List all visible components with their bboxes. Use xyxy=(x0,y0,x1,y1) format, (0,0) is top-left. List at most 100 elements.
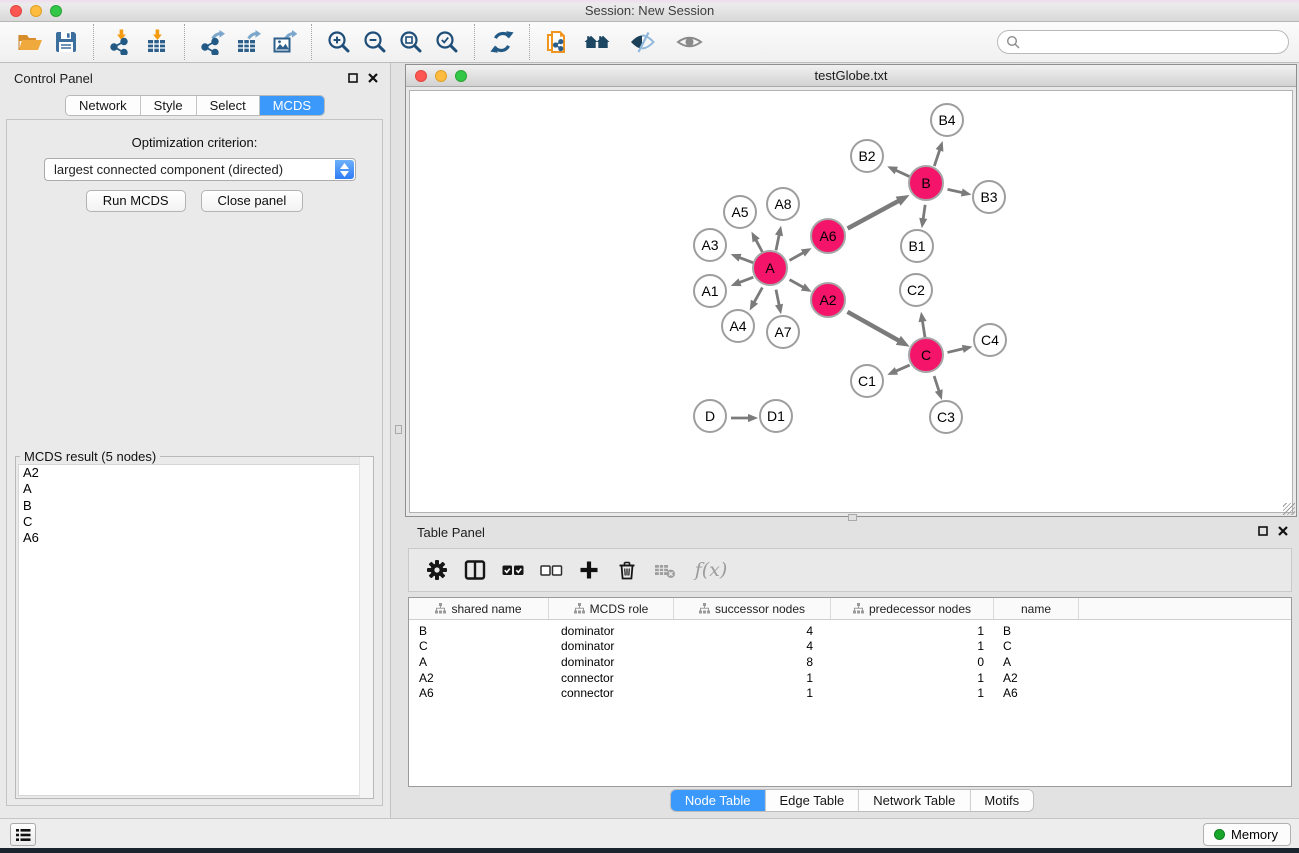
graph-node-D[interactable]: D xyxy=(693,399,727,433)
table-row[interactable]: Bdominator41B xyxy=(409,623,1291,639)
import-table-button[interactable] xyxy=(139,24,175,60)
table-cell[interactable]: B xyxy=(409,624,549,638)
run-mcds-button[interactable]: Run MCDS xyxy=(86,190,186,212)
mcds-result-item[interactable]: A xyxy=(19,481,370,497)
mcds-result-item[interactable]: B xyxy=(19,498,370,514)
graph-node-A3[interactable]: A3 xyxy=(693,228,727,262)
result-scrollbar[interactable] xyxy=(359,457,373,798)
table-cell[interactable]: A2 xyxy=(409,671,549,685)
float-panel-icon[interactable] xyxy=(347,72,359,84)
table-cell[interactable]: A6 xyxy=(409,686,549,700)
table-cell[interactable]: connector xyxy=(549,686,674,700)
export-table-button[interactable] xyxy=(230,24,266,60)
graph-node-C[interactable]: C xyxy=(908,337,944,373)
graph-node-A4[interactable]: A4 xyxy=(721,309,755,343)
select-all-button[interactable] xyxy=(499,557,526,584)
zoom-in-button[interactable] xyxy=(321,24,357,60)
close-panel-button[interactable]: Close panel xyxy=(201,190,304,212)
zoom-out-button[interactable] xyxy=(357,24,393,60)
column-header-MCDS-role[interactable]: MCDS role xyxy=(549,598,674,619)
table-row[interactable]: A2connector11A2 xyxy=(409,670,1291,686)
table-row[interactable]: Adominator80A xyxy=(409,654,1291,670)
memory-button[interactable]: Memory xyxy=(1203,823,1291,846)
import-network-button[interactable] xyxy=(103,24,139,60)
export-image-button[interactable] xyxy=(266,24,302,60)
graph-node-A6[interactable]: A6 xyxy=(810,218,846,254)
split-handle-vertical[interactable] xyxy=(395,425,402,434)
table-cell[interactable]: dominator xyxy=(549,639,674,653)
delete-column-button[interactable] xyxy=(613,557,640,584)
add-column-button[interactable] xyxy=(575,557,602,584)
table-cell[interactable]: 1 xyxy=(831,624,994,638)
apply-layout-button[interactable] xyxy=(484,24,520,60)
graph-node-B[interactable]: B xyxy=(908,165,944,201)
graph-node-A2[interactable]: A2 xyxy=(810,282,846,318)
mcds-result-item[interactable]: C xyxy=(19,514,370,530)
show-graphics-details-button[interactable] xyxy=(671,24,707,60)
zoom-fit-button[interactable] xyxy=(393,24,429,60)
search-input[interactable] xyxy=(1020,32,1288,52)
network-zoom-light[interactable] xyxy=(455,70,467,82)
tab-select[interactable]: Select xyxy=(197,96,260,115)
table-cell[interactable]: A xyxy=(409,655,549,669)
table-cell[interactable]: 4 xyxy=(674,624,831,638)
table-cell[interactable]: 1 xyxy=(674,686,831,700)
graph-node-A[interactable]: A xyxy=(752,250,788,286)
graph-node-C4[interactable]: C4 xyxy=(973,323,1007,357)
tab-network-table[interactable]: Network Table xyxy=(859,790,970,811)
column-header-name[interactable]: name xyxy=(994,598,1079,619)
network-canvas[interactable]: B4 B2 B B3 A5 A8 A6 A3 B1 A C2 A1 A2 A4 A7 C4 C C1 C3 D D1 xyxy=(409,90,1293,513)
show-columns-button[interactable] xyxy=(461,557,488,584)
network-minimize-light[interactable] xyxy=(435,70,447,82)
table-close-icon[interactable] xyxy=(1277,525,1289,537)
deselect-all-button[interactable] xyxy=(537,557,564,584)
graph-node-B2[interactable]: B2 xyxy=(850,139,884,173)
tab-network[interactable]: Network xyxy=(66,96,141,115)
table-cell[interactable]: A6 xyxy=(994,686,1079,700)
table-cell[interactable]: dominator xyxy=(549,655,674,669)
graph-node-A1[interactable]: A1 xyxy=(693,274,727,308)
window-resize-grip[interactable] xyxy=(1283,503,1295,515)
open-session-button[interactable] xyxy=(12,24,48,60)
table-cell[interactable]: A xyxy=(994,655,1079,669)
mcds-result-item[interactable]: A2 xyxy=(19,465,370,481)
network-window-titlebar[interactable]: testGlobe.txt xyxy=(406,65,1296,87)
table-cell[interactable]: 8 xyxy=(674,655,831,669)
table-row[interactable]: A6connector11A6 xyxy=(409,685,1291,701)
close-panel-icon[interactable] xyxy=(367,72,379,84)
graph-node-C2[interactable]: C2 xyxy=(899,273,933,307)
tab-style[interactable]: Style xyxy=(141,96,197,115)
graph-node-A7[interactable]: A7 xyxy=(766,315,800,349)
table-cell[interactable]: B xyxy=(994,624,1079,638)
show-panels-button[interactable] xyxy=(10,823,36,846)
graph-node-B1[interactable]: B1 xyxy=(900,229,934,263)
table-cell[interactable]: dominator xyxy=(549,624,674,638)
column-header-predecessor-nodes[interactable]: predecessor nodes xyxy=(831,598,994,619)
table-cell[interactable]: A2 xyxy=(994,671,1079,685)
table-cell[interactable]: 1 xyxy=(674,671,831,685)
column-header-shared-name[interactable]: shared name xyxy=(409,598,549,619)
graph-node-B3[interactable]: B3 xyxy=(972,180,1006,214)
graph-node-B4[interactable]: B4 xyxy=(930,103,964,137)
table-cell[interactable]: 0 xyxy=(831,655,994,669)
mcds-result-item[interactable]: A6 xyxy=(19,530,370,546)
table-cell[interactable]: connector xyxy=(549,671,674,685)
criterion-select[interactable]: largest connected component (directed) xyxy=(44,158,356,181)
graph-node-A5[interactable]: A5 xyxy=(723,195,757,229)
graph-node-C3[interactable]: C3 xyxy=(929,400,963,434)
table-float-icon[interactable] xyxy=(1257,525,1269,537)
export-network-button[interactable] xyxy=(194,24,230,60)
graph-node-C1[interactable]: C1 xyxy=(850,364,884,398)
table-settings-button[interactable] xyxy=(423,557,450,584)
table-cell[interactable]: 1 xyxy=(831,671,994,685)
tab-node-table[interactable]: Node Table xyxy=(671,790,766,811)
tab-edge-table[interactable]: Edge Table xyxy=(765,790,859,811)
column-header-successor-nodes[interactable]: successor nodes xyxy=(674,598,831,619)
zoom-selected-button[interactable] xyxy=(429,24,465,60)
network-from-selection-button[interactable] xyxy=(539,24,575,60)
graph-node-A8[interactable]: A8 xyxy=(766,187,800,221)
hide-graphics-details-button[interactable] xyxy=(624,24,660,60)
graph-node-D1[interactable]: D1 xyxy=(759,399,793,433)
table-cell[interactable]: 4 xyxy=(674,639,831,653)
save-session-button[interactable] xyxy=(48,24,84,60)
